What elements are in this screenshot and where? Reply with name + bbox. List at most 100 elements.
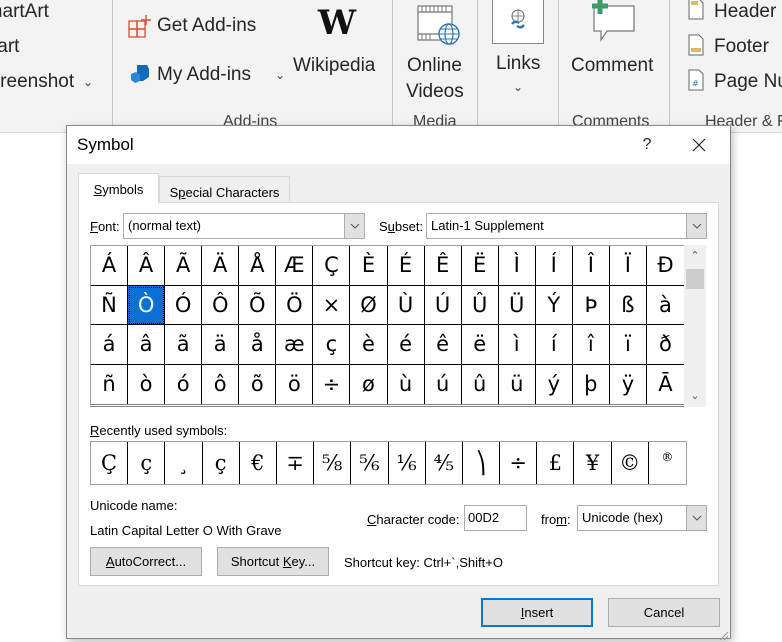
symbol-cell[interactable]: æ xyxy=(276,325,314,365)
close-button[interactable] xyxy=(681,130,717,160)
tab-special-characters[interactable]: Special Characters xyxy=(159,176,290,205)
symbol-cell[interactable]: ú xyxy=(425,364,462,404)
tab-symbols[interactable]: Symbols xyxy=(78,173,159,204)
recent-symbol-cell[interactable]: £ xyxy=(537,442,575,484)
symbol-cell[interactable]: þ xyxy=(573,364,610,404)
symbol-cell[interactable]: è xyxy=(350,325,388,365)
wikipedia-button[interactable]: Wikipedia xyxy=(293,55,375,77)
symbol-cell[interactable]: É xyxy=(387,246,425,286)
symbol-cell[interactable]: Í xyxy=(535,246,573,286)
symbol-cell[interactable]: ò xyxy=(128,364,166,404)
symbol-cell[interactable]: Ö xyxy=(276,285,314,325)
autocorrect-button[interactable]: AutoCorrect... xyxy=(90,547,202,576)
my-addins-chevron-icon[interactable]: ⌄ xyxy=(275,68,285,82)
symbol-cell[interactable]: Â xyxy=(128,246,166,286)
symbol-cell[interactable]: Þ xyxy=(572,285,610,325)
recent-symbol-cell[interactable]: ⅙ xyxy=(389,442,426,484)
symbol-cell[interactable]: ý xyxy=(536,364,573,404)
symbol-cell[interactable]: ÷ xyxy=(313,364,351,404)
chart-button[interactable]: Chart xyxy=(0,36,19,58)
symbol-grid[interactable]: Á Â Ã Ä Å Æ Ç È É Ê Ë Ì Í Î Ï Ð Ñ Ò Ó Ô Õ Ö × Ø Ù Ú Û Ü Ý Þß à á â ã ä å æ ç è… xyxy=(90,245,685,407)
recent-symbol-cell[interactable]: ç xyxy=(203,442,240,484)
symbol-cell[interactable]: Ü xyxy=(498,285,536,325)
symbol-cell-selected[interactable]: Ò xyxy=(128,285,166,325)
symbol-cell[interactable]: Ñ xyxy=(91,285,129,325)
symbol-cell[interactable]: Ä xyxy=(202,246,240,286)
symbol-cell[interactable]: í xyxy=(535,325,573,365)
recent-symbol-cell[interactable]: ⎞ xyxy=(463,442,501,484)
symbol-cell[interactable]: È xyxy=(350,246,388,286)
insert-button[interactable]: Insert xyxy=(481,598,593,627)
recent-symbol-cell[interactable]: ∓ xyxy=(277,442,315,484)
subset-dropdown-button[interactable] xyxy=(686,214,706,238)
symbol-cell[interactable]: å xyxy=(239,325,277,365)
symbol-cell[interactable]: Ù xyxy=(387,285,425,325)
symbol-grid-scrollbar[interactable]: ⌃ ⌄ xyxy=(684,245,706,407)
character-code-input[interactable]: 00D2 xyxy=(464,505,527,531)
symbol-cell[interactable]: î xyxy=(572,325,610,365)
recent-symbol-cell[interactable]: ⅘ xyxy=(426,442,463,484)
symbol-cell[interactable]: Ë xyxy=(461,246,499,286)
page-number-button[interactable]: Page Number xyxy=(714,71,782,93)
recent-symbol-cell[interactable]: ⅚ xyxy=(351,442,389,484)
symbol-cell[interactable]: ó xyxy=(165,364,203,404)
screenshot-chevron-icon[interactable]: ⌄ xyxy=(83,75,93,89)
symbol-cell[interactable]: Ô xyxy=(202,285,240,325)
cancel-button[interactable]: Cancel xyxy=(608,598,720,627)
shortcut-key-button[interactable]: Shortcut Key... xyxy=(217,547,329,576)
footer-button[interactable]: Footer xyxy=(714,36,769,58)
symbol-cell[interactable]: × xyxy=(313,285,351,325)
header-button[interactable]: Header xyxy=(714,1,776,23)
links-button[interactable]: Links xyxy=(496,53,540,75)
symbol-cell[interactable]: Æ xyxy=(276,246,314,286)
subset-select[interactable]: Latin-1 Supplement xyxy=(426,213,707,239)
symbol-cell[interactable]: ù xyxy=(388,364,425,404)
font-dropdown-button[interactable] xyxy=(344,214,364,238)
online-videos-button-line1[interactable]: Online xyxy=(407,55,462,77)
symbol-cell[interactable]: é xyxy=(387,325,425,365)
symbol-cell[interactable]: ë xyxy=(461,325,499,365)
symbol-cell[interactable]: ö xyxy=(276,364,314,404)
scroll-up-icon[interactable]: ⌃ xyxy=(684,247,706,265)
symbol-cell[interactable]: ç xyxy=(313,325,351,365)
symbol-cell[interactable]: Ç xyxy=(313,246,351,286)
symbol-cell[interactable]: û xyxy=(462,364,499,404)
symbol-cell[interactable]: ø xyxy=(350,364,388,404)
symbol-cell[interactable]: Ã xyxy=(165,246,203,286)
symbol-cell[interactable]: ß xyxy=(609,285,647,325)
symbol-cell[interactable]: Ð xyxy=(646,246,684,286)
recent-symbol-cell[interactable]: ¸ xyxy=(165,442,203,484)
font-select[interactable]: (normal text) xyxy=(123,213,365,239)
symbol-cell[interactable]: Ý xyxy=(535,285,573,325)
links-icon-box[interactable] xyxy=(492,0,544,44)
symbol-cell[interactable]: Õ xyxy=(239,285,277,325)
resize-grip-icon[interactable] xyxy=(718,626,729,641)
symbol-cell[interactable]: Ú xyxy=(424,285,462,325)
from-select[interactable]: Unicode (hex) xyxy=(577,505,707,531)
recent-symbol-cell[interactable]: ® xyxy=(649,442,686,484)
symbol-cell[interactable]: ü xyxy=(499,364,536,404)
symbol-cell[interactable]: ä xyxy=(202,325,240,365)
symbol-cell[interactable]: Ì xyxy=(498,246,536,286)
symbol-cell[interactable]: à xyxy=(646,286,684,325)
symbol-cell[interactable]: ã xyxy=(165,325,203,365)
scroll-down-icon[interactable]: ⌄ xyxy=(684,387,706,405)
from-dropdown-button[interactable] xyxy=(686,506,706,530)
symbol-cell[interactable]: Ø xyxy=(350,285,388,325)
smartart-button[interactable]: SmartArt xyxy=(0,1,49,23)
recent-symbol-cell[interactable]: ÷ xyxy=(500,442,538,484)
symbol-cell[interactable]: ì xyxy=(498,325,536,365)
symbol-cell[interactable]: õ xyxy=(239,364,277,404)
get-addins-button[interactable]: Get Add-ins xyxy=(157,15,256,37)
symbol-cell[interactable]: Ê xyxy=(424,246,462,286)
symbol-cell[interactable]: ï xyxy=(609,325,647,365)
links-chevron-icon[interactable]: ⌄ xyxy=(513,80,523,94)
screenshot-button[interactable]: Screenshot xyxy=(0,71,74,93)
scrollbar-thumb[interactable] xyxy=(686,269,704,289)
symbol-cell[interactable]: Ï xyxy=(609,246,647,286)
recent-symbol-cell[interactable]: ¥ xyxy=(574,442,612,484)
dialog-titlebar[interactable]: Symbol ? xyxy=(67,126,730,164)
recent-symbol-cell[interactable]: Ç xyxy=(91,442,129,484)
symbol-cell[interactable]: ð xyxy=(646,325,684,365)
symbol-cell[interactable]: Î xyxy=(572,246,610,286)
